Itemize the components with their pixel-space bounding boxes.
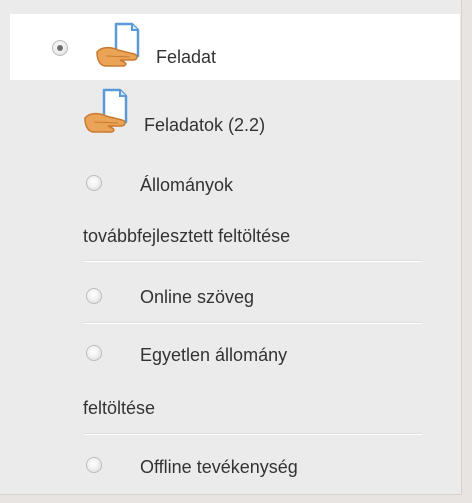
subtype-label: Egyetlen állomány — [140, 345, 288, 365]
subtype-label-continued: feltöltése — [83, 398, 156, 418]
subtype-radio[interactable] — [86, 345, 102, 361]
assignment-hand-document-icon — [84, 88, 128, 133]
separator — [84, 433, 422, 435]
subtype-label-continued: továbbfejlesztett feltöltése — [83, 226, 291, 246]
subtype-radio[interactable] — [86, 288, 102, 304]
subtype-radio[interactable] — [86, 457, 102, 473]
subtype-label: Állományok — [140, 175, 234, 195]
module-label: Feladat — [156, 47, 217, 67]
assignment-group-label: Feladatok (2.2) — [144, 115, 266, 135]
activity-chooser-panel: Feladat Feladatok (2.2) Állományok továb… — [0, 0, 462, 495]
separator — [84, 260, 422, 262]
separator — [84, 322, 422, 324]
subtype-radio[interactable] — [86, 175, 102, 191]
module-radio-selected[interactable] — [52, 40, 68, 56]
module-option-feladat[interactable]: Feladat — [10, 14, 460, 80]
subtype-label: Offline tevékenység — [140, 457, 298, 477]
assignment-hand-document-icon — [96, 22, 140, 67]
subtype-label: Online szöveg — [140, 287, 255, 307]
